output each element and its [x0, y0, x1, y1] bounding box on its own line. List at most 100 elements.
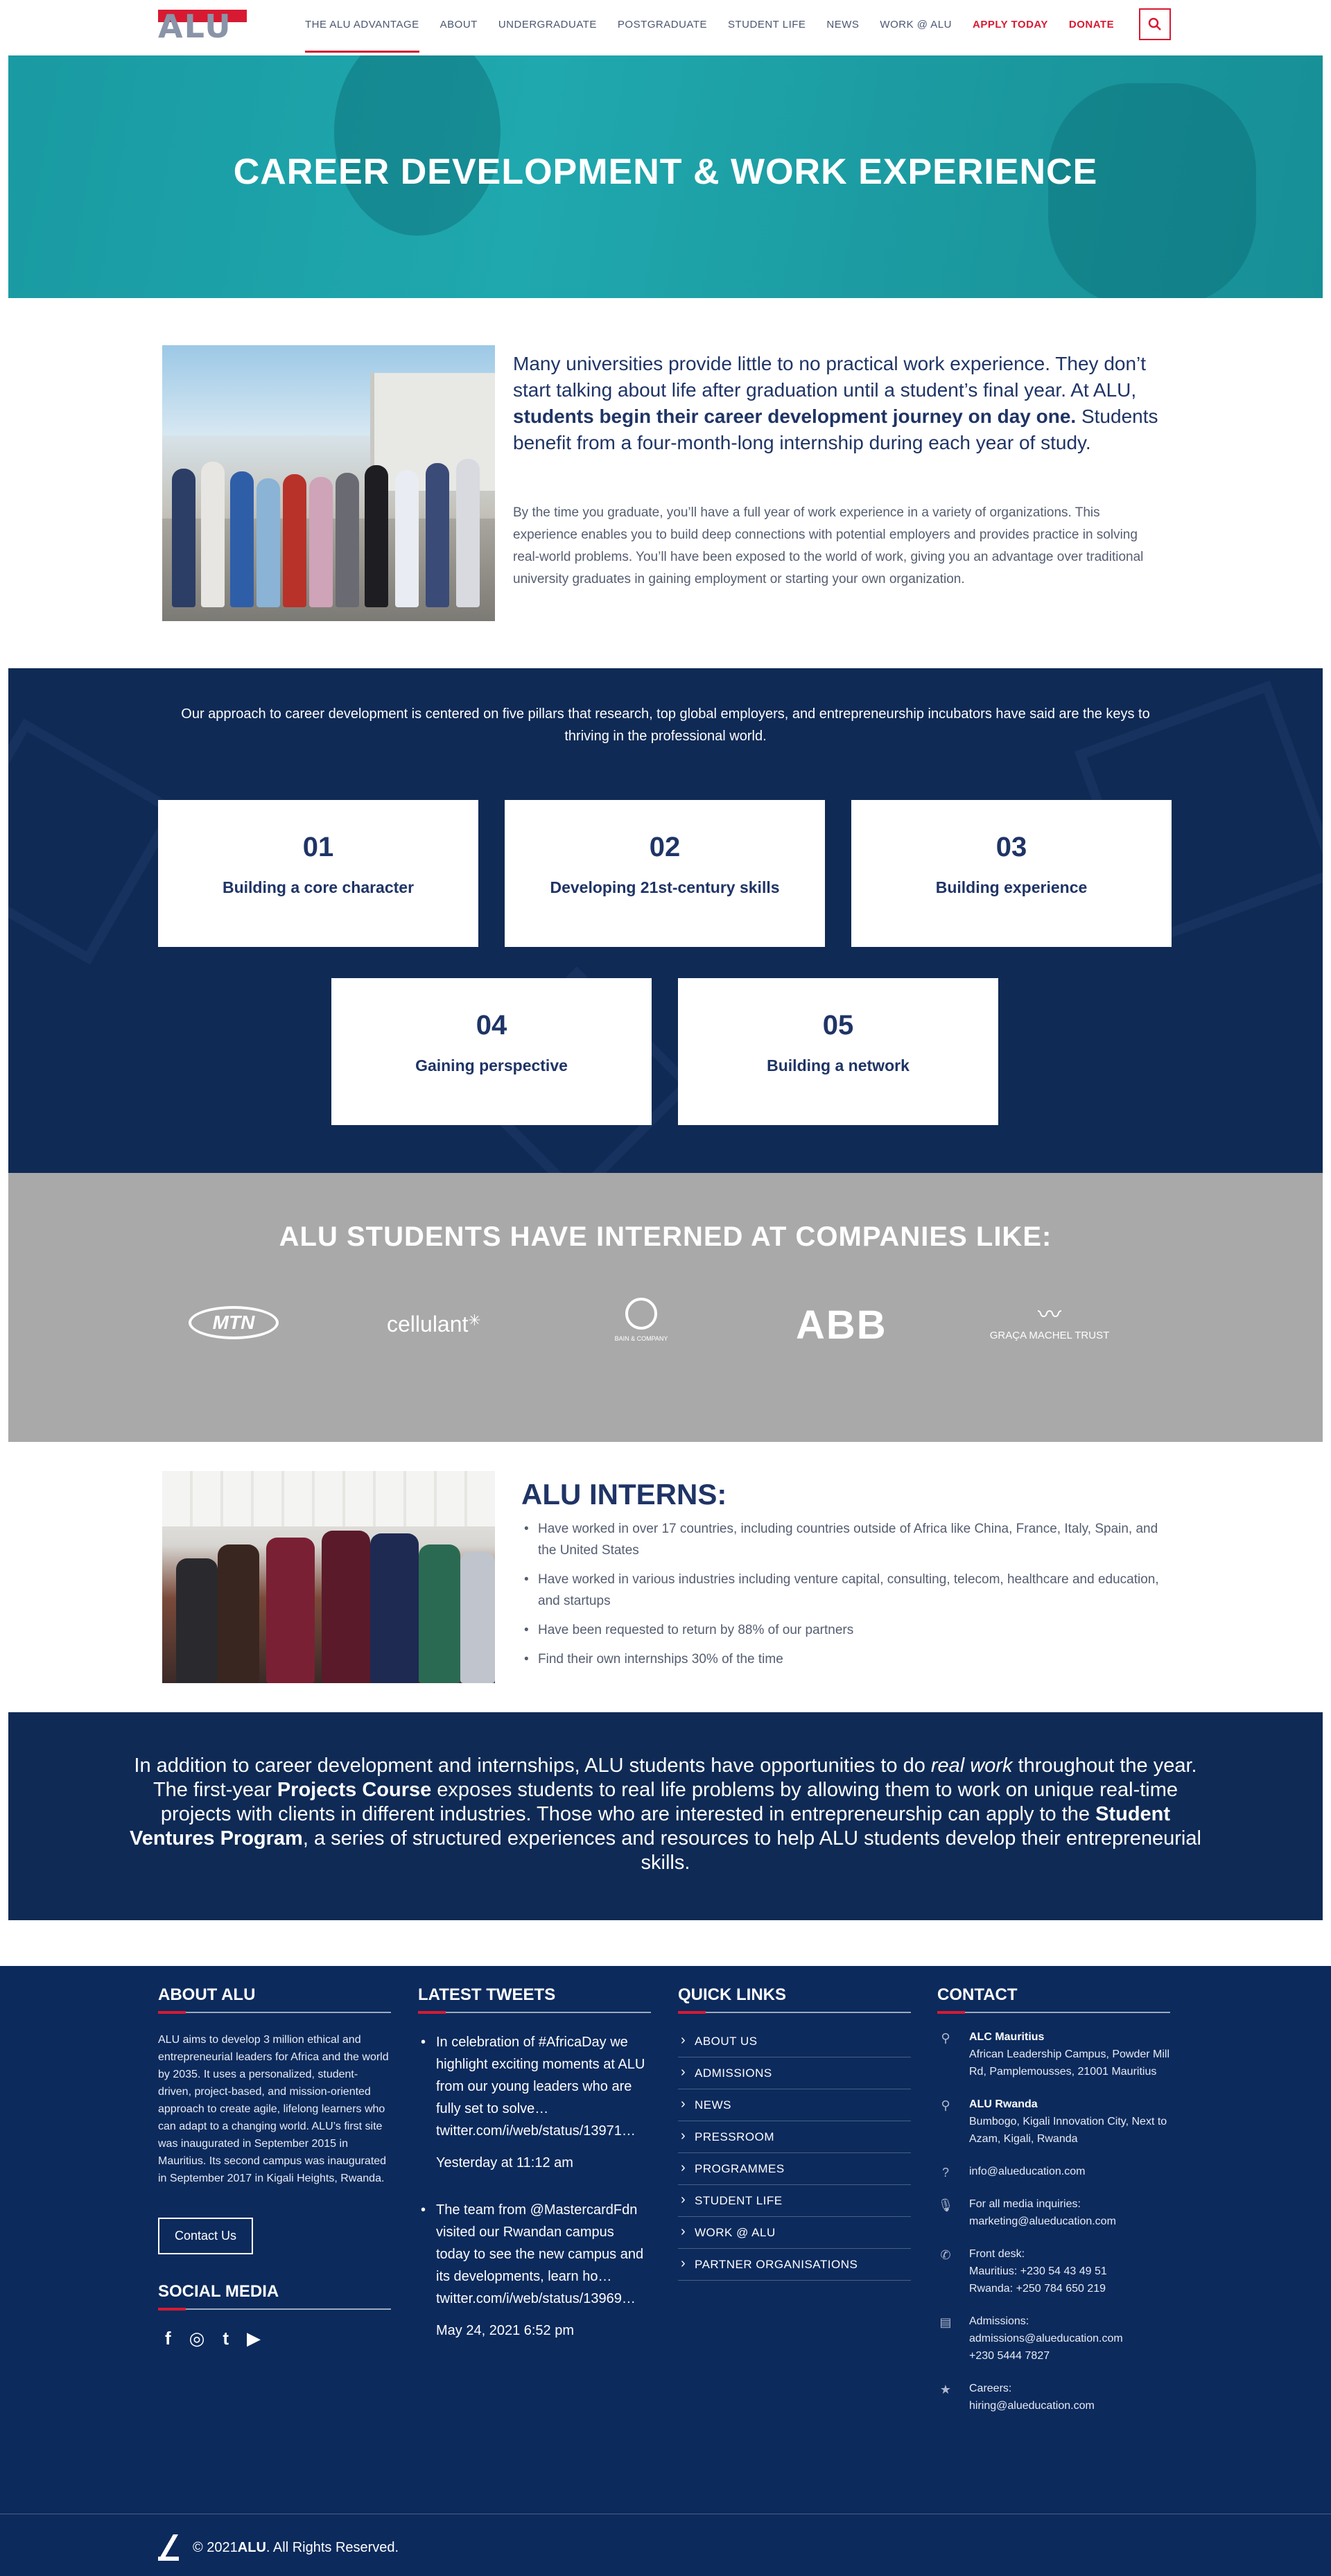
alu-logo[interactable]: ALU	[158, 10, 247, 42]
latest-tweets-heading: LATEST TWEETS	[418, 1985, 556, 2004]
contact-careers: ★ Careers: hiring@alueducation.com	[937, 2380, 1170, 2414]
front-desk-mauritius[interactable]: Mauritius: +230 54 43 49 51	[969, 2265, 1107, 2277]
apply-today-link[interactable]: APPLY TODAY	[973, 0, 1048, 55]
quick-link-work-at-alu[interactable]: WORK @ ALU	[678, 2216, 911, 2249]
footer-tweets-column: LATEST TWEETS In celebration of #AfricaD…	[418, 1966, 651, 2342]
quick-link-news[interactable]: NEWS	[678, 2088, 911, 2121]
quick-link-about-us[interactable]: ABOUT US	[678, 2024, 911, 2057]
bird-icon: 〰	[1038, 1302, 1061, 1328]
contact-admissions: ▤ Admissions: admissions@alueducation.co…	[937, 2313, 1170, 2365]
media-email[interactable]: marketing@alueducation.com	[969, 2216, 1116, 2227]
nav-item-student-life[interactable]: STUDENT LIFE	[728, 0, 806, 55]
nav-item-news[interactable]: NEWS	[826, 0, 859, 55]
gmt-logo-text: GRAÇA MACHEL TRUST	[989, 1330, 1110, 1341]
photo-person	[230, 471, 254, 607]
photo-person	[309, 477, 333, 607]
pillar-card: 05 Building a network	[678, 978, 998, 1125]
donate-link[interactable]: DONATE	[1069, 0, 1114, 55]
pillar-label: Building a network	[767, 1056, 910, 1074]
media-label: For all media inquiries:	[969, 2198, 1081, 2210]
careers-email[interactable]: hiring@alueducation.com	[969, 2400, 1095, 2412]
heading-underline	[678, 2011, 911, 2014]
twitter-icon[interactable]: t	[223, 2328, 229, 2349]
tweet-item[interactable]: The team from @MastercardFdn visited our…	[418, 2199, 651, 2342]
nav-item-undergraduate[interactable]: UNDERGRADUATE	[498, 0, 597, 55]
tweet-time: May 24, 2021 6:52 pm	[436, 2323, 575, 2338]
tweet-item[interactable]: In celebration of #AfricaDay we highligh…	[418, 2031, 651, 2174]
companies-heading: ALU STUDENTS HAVE INTERNED AT COMPANIES …	[279, 1221, 1052, 1252]
contact-front-desk: ✆ Front desk: Mauritius: +230 54 43 49 5…	[937, 2245, 1170, 2297]
quick-links-heading: QUICK LINKS	[678, 1985, 786, 2004]
footer-about-column: ABOUT ALU ALU aims to develop 3 million …	[158, 1966, 391, 2349]
campus-address: Bumbogo, Kigali Innovation City, Next to…	[969, 2116, 1167, 2145]
pillar-number: 01	[302, 832, 334, 862]
phone-icon: ✆	[940, 2248, 951, 2262]
contact-us-button[interactable]: Contact Us	[158, 2218, 254, 2254]
bain-logo-text: BAIN & COMPANY	[614, 1335, 668, 1342]
question-icon: ?	[941, 2166, 949, 2179]
star-icon: ★	[939, 2383, 952, 2396]
nav-item-postgraduate[interactable]: POSTGRADUATE	[618, 0, 707, 55]
admissions-email[interactable]: admissions@alueducation.com	[969, 2333, 1123, 2344]
pillar-number: 05	[822, 1010, 854, 1041]
quick-link-pressroom[interactable]: PRESSROOM	[678, 2120, 911, 2153]
quick-link-student-life[interactable]: STUDENT LIFE	[678, 2184, 911, 2217]
search-button[interactable]	[1139, 8, 1171, 40]
real-work-section: In addition to career development and in…	[8, 1712, 1323, 1920]
list-item: Find their own internships 30% of the ti…	[521, 1648, 1173, 1670]
footer-quick-links-column: QUICK LINKS ABOUT US ADMISSIONS NEWS PRE…	[678, 1966, 911, 2281]
intro-body-paragraph: By the time you graduate, you’ll have a …	[513, 505, 1144, 586]
pillar-label: Building experience	[935, 878, 1088, 896]
info-email[interactable]: info@alueducation.com	[969, 2166, 1085, 2177]
graca-machel-trust-logo: 〰 GRAÇA MACHEL TRUST	[987, 1303, 1112, 1341]
contact-info: ? info@alueducation.com	[937, 2163, 1170, 2180]
campus-address: African Leadership Campus, Powder Mill R…	[969, 2048, 1170, 2078]
location-pin-icon: ⚲	[941, 2031, 950, 2045]
photo-person	[336, 473, 359, 607]
main-menu: THE ALU ADVANTAGE ABOUT UNDERGRADUATE PO…	[305, 0, 1135, 55]
nav-item-work-at-alu[interactable]: WORK @ ALU	[880, 0, 952, 55]
hero-banner: CAREER DEVELOPMENT & WORK EXPERIENCE	[8, 55, 1323, 298]
nav-item-about[interactable]: ABOUT	[440, 0, 478, 55]
contact-rwanda: ⚲ ALU Rwanda Bumbogo, Kigali Innovation …	[937, 2096, 1170, 2148]
contact-heading: CONTACT	[937, 1985, 1018, 2004]
careers-label: Careers:	[969, 2383, 1012, 2394]
footer-about-heading: ABOUT ALU	[158, 1985, 256, 2004]
photo-ceiling	[162, 1471, 495, 1526]
admissions-label: Admissions:	[969, 2315, 1029, 2327]
front-desk-rwanda[interactable]: Rwanda: +250 784 650 219	[969, 2283, 1106, 2295]
admissions-phone[interactable]: +230 5444 7827	[969, 2350, 1050, 2362]
copyright-text: . All Rights Reserved.	[266, 2539, 399, 2555]
photo-person	[460, 1551, 495, 1683]
facebook-icon[interactable]: f	[165, 2328, 171, 2349]
pillar-label: Developing 21st-century skills	[550, 878, 780, 896]
lead-text: Many universities provide little to no p…	[513, 353, 1147, 401]
bain-circle-icon	[625, 1298, 657, 1330]
youtube-icon[interactable]: ▶	[247, 2328, 261, 2349]
projects-course-link[interactable]: Projects Course	[277, 1779, 431, 1801]
photo-person	[370, 1533, 419, 1683]
site-footer: ABOUT ALU ALU aims to develop 3 million …	[0, 1966, 1331, 2576]
front-desk-label: Front desk:	[969, 2248, 1025, 2260]
footer-contact-column: CONTACT ⚲ ALC Mauritius African Leadersh…	[937, 1966, 1170, 2414]
heading-underline	[418, 2011, 651, 2014]
pillar-number: 02	[649, 832, 681, 862]
pillar-card: 04 Gaining perspective	[331, 978, 652, 1125]
pillars-intro-text: Our approach to career development is ce…	[181, 706, 1150, 744]
pillar-number: 03	[995, 832, 1027, 862]
instagram-icon[interactable]: ◎	[189, 2328, 205, 2349]
interns-facts-list: Have worked in over 17 countries, includ…	[521, 1518, 1173, 1678]
partner-companies-section: ALU STUDENTS HAVE INTERNED AT COMPANIES …	[8, 1173, 1323, 1442]
students-group-photo	[162, 345, 495, 621]
nav-item-alu-advantage[interactable]: THE ALU ADVANTAGE	[305, 0, 419, 55]
photo-person	[395, 470, 419, 607]
quick-link-programmes[interactable]: PROGRAMMES	[678, 2152, 911, 2185]
search-icon	[1148, 17, 1161, 31]
quick-link-partner-organisations[interactable]: PARTNER ORGANISATIONS	[678, 2247, 911, 2281]
quick-link-admissions[interactable]: ADMISSIONS	[678, 2056, 911, 2089]
pillar-number: 04	[476, 1010, 507, 1041]
intro-lead-paragraph: Many universities provide little to no p…	[513, 351, 1165, 456]
photo-person	[426, 463, 449, 607]
photo-person	[419, 1544, 460, 1683]
list-item: Have been requested to return by 88% of …	[521, 1619, 1173, 1641]
